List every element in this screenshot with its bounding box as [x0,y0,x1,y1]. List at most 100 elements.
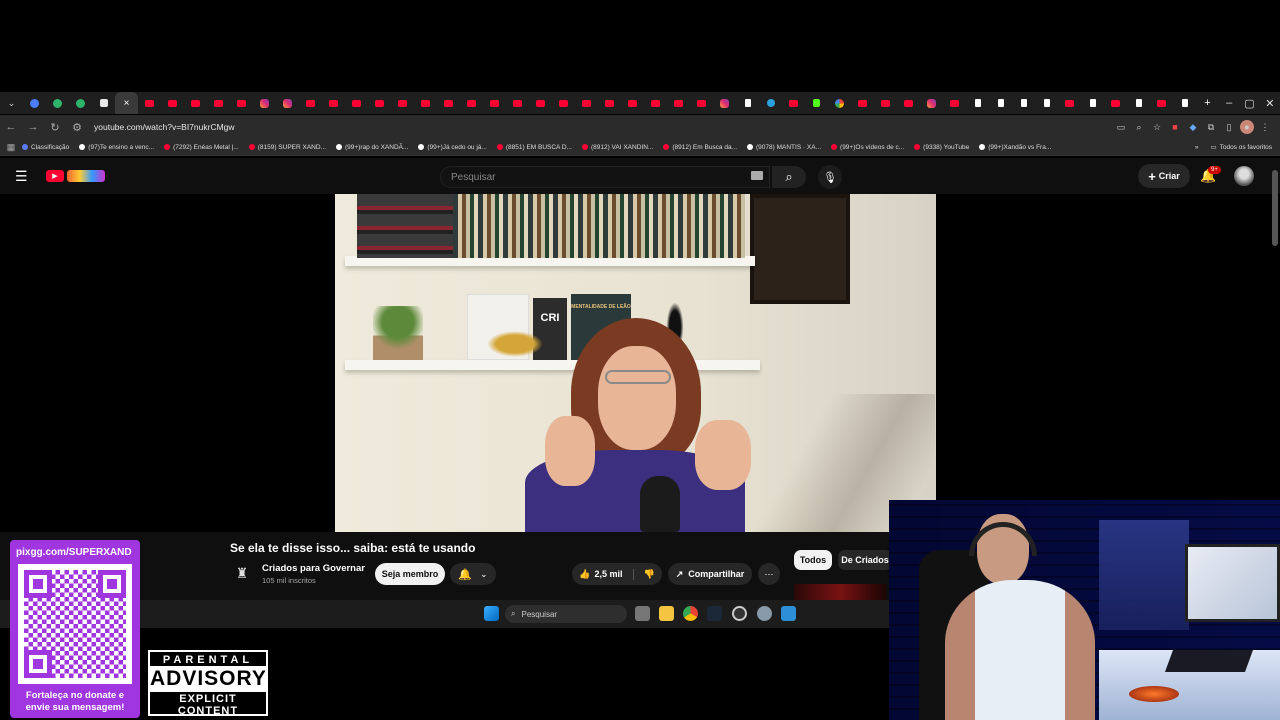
video-player[interactable]: CRI MENTALIDADE DE LEÃO [335,194,936,532]
browser-tab[interactable] [575,92,598,114]
browser-tab[interactable] [851,92,874,114]
zoom-icon[interactable]: ⌕ [1132,120,1146,134]
bookmark-item[interactable]: (8851) EM BUSCA D... [496,144,572,151]
browser-tab[interactable] [414,92,437,114]
apps-grid-icon[interactable]: ▦ [0,142,22,153]
bookmark-item[interactable]: Classificação [22,144,69,151]
extensions-puzzle-icon[interactable]: ⧉ [1204,120,1218,134]
chrome-icon[interactable] [683,606,698,621]
steam-icon[interactable] [707,606,722,621]
browser-tab[interactable] [299,92,322,114]
bookmark-item[interactable]: (99+)rap do XANDÃ... [335,144,408,151]
browser-tab[interactable] [483,92,506,114]
back-icon[interactable]: ← [0,121,22,133]
site-info-icon[interactable]: ⚙ [66,121,88,134]
browser-tab[interactable] [805,92,828,114]
search-input[interactable]: Pesquisar [440,166,770,188]
bookmark-item[interactable]: (8912) Em Busca da... [663,144,737,151]
browser-tab[interactable] [207,92,230,114]
browser-tab[interactable] [621,92,644,114]
join-member-button[interactable]: Seja membro [375,563,445,585]
browser-tab[interactable] [322,92,345,114]
windows-start-icon[interactable] [484,606,499,621]
task-view-icon[interactable] [635,606,650,621]
voice-search-button[interactable]: 🎙 [818,165,842,189]
dislike-button[interactable]: 👎 [634,569,655,580]
settings-gear-icon[interactable] [757,606,772,621]
browser-tab[interactable] [1081,92,1104,114]
all-favorites-folder[interactable]: ▭ Todos os favoritos [1210,143,1272,152]
bookmark-item[interactable]: (8159) SUPER XAND... [248,144,326,151]
profile-avatar-icon[interactable]: ● [1240,120,1254,134]
browser-tab[interactable] [966,92,989,114]
browser-tab[interactable] [943,92,966,114]
browser-tab[interactable] [598,92,621,114]
chip-todos[interactable]: Todos [794,550,832,570]
browser-tab[interactable] [437,92,460,114]
browser-tab[interactable] [161,92,184,114]
create-button[interactable]: + Criar [1138,164,1190,188]
browser-tab[interactable] [23,92,46,114]
share-button[interactable]: ↗ Compartilhar [668,563,752,585]
browser-tab[interactable] [138,92,161,114]
chip-de-criados[interactable]: De Criados [838,550,892,570]
browser-tab[interactable] [230,92,253,114]
search-button[interactable]: ⌕ [772,166,806,188]
browser-tab[interactable] [920,92,943,114]
bookmark-item[interactable]: (9078) MANTIS · XA... [747,144,821,151]
browser-tab[interactable] [1058,92,1081,114]
close-window-icon[interactable]: ✕ [1260,97,1280,110]
browser-tab[interactable] [1035,92,1058,114]
hamburger-menu-icon[interactable]: ☰ [15,168,28,185]
menu-kebab-icon[interactable]: ⋮ [1258,120,1272,134]
bookmark-item[interactable]: (99+)Os vídeos de c... [831,144,904,151]
more-bookmarks-icon[interactable]: » [1195,144,1199,151]
browser-tab[interactable] [529,92,552,114]
tab-search-chevron-icon[interactable]: ⌄ [0,92,23,114]
youtube-logo[interactable]: ▶ [46,169,106,183]
channel-avatar[interactable]: ♜ [232,562,252,584]
browser-tab[interactable] [713,92,736,114]
cast-icon[interactable]: ▭ [1114,120,1128,134]
recommended-thumbnail[interactable] [794,584,886,600]
app-blue-icon[interactable] [781,606,796,621]
minimize-icon[interactable]: – [1219,97,1239,109]
browser-tab[interactable] [368,92,391,114]
extension-blue-icon[interactable]: ◆ [1186,120,1200,134]
new-tab-plus-icon[interactable]: + [1196,92,1219,114]
file-explorer-icon[interactable] [659,606,674,621]
keyboard-icon[interactable] [751,171,763,180]
browser-tab[interactable] [69,92,92,114]
channel-name[interactable]: Criados para Governar [262,563,365,574]
browser-tab[interactable] [1173,92,1196,114]
browser-tab[interactable] [667,92,690,114]
browser-tab[interactable] [644,92,667,114]
browser-tab[interactable] [690,92,713,114]
browser-tab[interactable] [897,92,920,114]
browser-tab[interactable] [460,92,483,114]
browser-tab[interactable] [759,92,782,114]
taskbar-search[interactable]: ⌕ Pesquisar [505,605,627,623]
browser-tab[interactable] [989,92,1012,114]
browser-tab[interactable] [1104,92,1127,114]
browser-tab[interactable] [782,92,805,114]
browser-tab[interactable] [736,92,759,114]
subscribe-bell-button[interactable]: 🔔 ⌄ [450,563,496,585]
browser-tab[interactable] [391,92,414,114]
browser-tab[interactable] [1150,92,1173,114]
browser-tab[interactable] [874,92,897,114]
browser-tab[interactable] [345,92,368,114]
url-field[interactable]: youtube.com/watch?v=BI7nukrCMgw [94,122,235,132]
browser-tab[interactable] [828,92,851,114]
browser-tab[interactable] [552,92,575,114]
account-avatar[interactable] [1234,166,1254,186]
browser-tab[interactable] [1127,92,1150,114]
browser-tab[interactable] [276,92,299,114]
like-button[interactable]: 👍 2,5 mil [579,568,634,580]
browser-tab[interactable] [92,92,115,114]
address-bar[interactable]: ← → ↻ ⚙ youtube.com/watch?v=BI7nukrCMgw … [0,115,1280,139]
browser-tab[interactable] [46,92,69,114]
reload-icon[interactable]: ↻ [44,121,66,134]
bookmark-star-icon[interactable]: ☆ [1150,120,1164,134]
browser-tab[interactable] [1012,92,1035,114]
